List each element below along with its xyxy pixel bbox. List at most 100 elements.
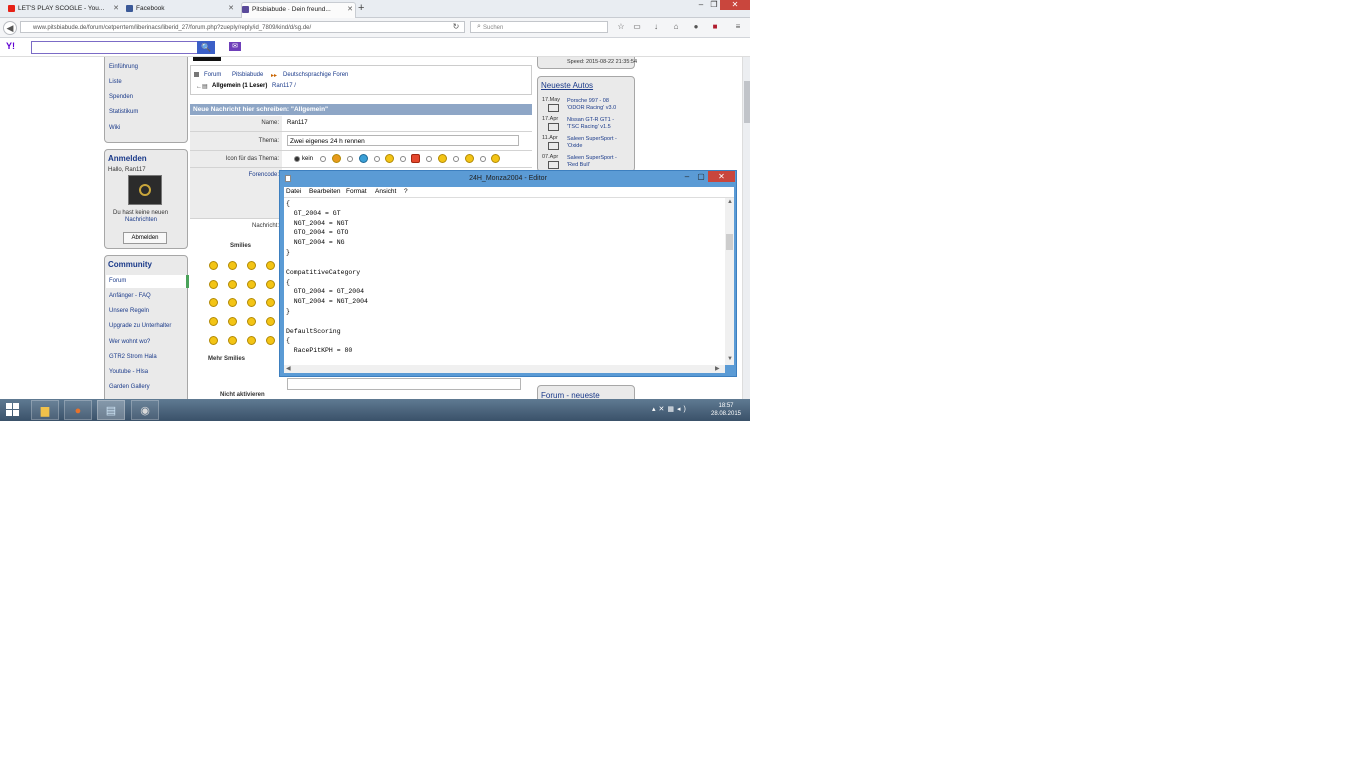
sidebar-link[interactable]: Liste [109,79,122,85]
news-item[interactable]: Saleen SuperSport - [567,136,617,142]
tab-youtube[interactable]: LET'S PLAY SCOGLE - You... ✕ [8,2,121,17]
forum-code-label[interactable]: Forencode: [190,168,282,218]
news-item[interactable]: Porsche 997 - 08 [567,98,609,104]
forum-newest-title[interactable]: Forum - neueste [541,391,600,399]
tab-facebook[interactable]: Facebook ✕ [126,2,236,17]
smiley-icon[interactable] [228,261,237,270]
news-item-sub[interactable]: 'Red Bull' [567,162,590,168]
smiley-icon[interactable] [266,317,275,326]
scroll-up-icon[interactable]: ▲ [727,199,733,205]
extension-icon[interactable]: ■ [709,21,721,33]
notepad-taskbar-icon[interactable]: ▤ [97,400,125,420]
back-button[interactable]: ◀ [3,21,17,35]
news-item[interactable]: Saleen SuperSport - [567,155,617,161]
message-textarea[interactable] [287,378,521,390]
smiley-icon[interactable] [209,261,218,270]
sidebar-item[interactable]: Anfänger - FAQ [109,293,151,299]
mail-icon[interactable]: ✉ [229,42,241,51]
yahoo-search-input[interactable] [31,41,199,54]
sidebar-item[interactable]: Unsere Regeln [109,308,149,314]
news-item-sub[interactable]: 'Oxide [567,143,582,149]
smiley-icon[interactable] [247,261,256,270]
icon-radio[interactable] [400,156,406,162]
menu-help[interactable]: ? [404,187,408,197]
scroll-right-icon[interactable]: ▶ [715,365,720,372]
sidebar-item[interactable]: Upgrade zu Unterhalter [109,323,171,329]
smiley-icon[interactable] [228,298,237,307]
scrollbar-thumb[interactable] [726,234,733,250]
close-icon[interactable]: ✕ [228,2,234,16]
messages-link[interactable]: Nachrichten [125,217,157,223]
icon-radio[interactable] [374,156,380,162]
news-item-sub[interactable]: 'ODOR Racing' v3.0 [567,105,616,111]
scroll-left-icon[interactable]: ◀ [286,365,291,372]
minimize-icon[interactable]: – [695,0,707,10]
icon-radio[interactable] [320,156,326,162]
smiley-icon[interactable] [209,280,218,289]
close-icon[interactable]: ✕ [347,3,353,17]
smiley-icon[interactable] [247,317,256,326]
notepad-close-button[interactable]: ✕ [708,171,735,182]
notepad-vertical-scrollbar[interactable]: ▲ ▼ [725,198,734,365]
icon-radio[interactable] [453,156,459,162]
scroll-down-icon[interactable]: ▼ [727,356,733,362]
icon-radio[interactable] [426,156,432,162]
icon-radio[interactable] [480,156,486,162]
subject-input[interactable]: Zwei eigenes 24 h rennen [287,135,519,146]
reload-icon[interactable]: ↻ [450,21,462,33]
smiley-icon[interactable] [209,336,218,345]
sidebar-link[interactable]: Wiki [109,125,120,131]
sidebar-item[interactable]: Wer wohnt wo? [109,339,150,345]
notepad-horizontal-scrollbar[interactable]: ◀ ▶ [284,365,725,373]
menu-ansicht[interactable]: Ansicht [375,187,396,197]
smiley-icon[interactable] [247,336,256,345]
sidebar-item-forum[interactable]: Forum [109,278,126,284]
more-smilies-link[interactable]: Mehr Smilies [208,356,245,362]
home-icon[interactable]: ⌂ [670,21,682,33]
menu-format[interactable]: Format [346,187,367,197]
notepad-text-area[interactable]: { GT_2004 = GT NGT_2004 = NGT GTO_2004 =… [284,198,725,365]
chat-icon[interactable]: ● [690,21,702,33]
bookmarks-icon[interactable]: ▭ [631,21,643,33]
restore-icon[interactable]: ❐ [708,0,720,10]
sidebar-item[interactable]: GTR2 Strom Hala [109,354,157,360]
notepad-window[interactable]: 24H_Monza2004 - Editor – ▢ ✕ Datei Bearb… [279,170,737,377]
system-tray[interactable]: ▴✕▦◂) [652,405,689,413]
smiley-icon[interactable] [266,261,275,270]
firefox-icon[interactable]: ● [64,400,92,420]
url-field[interactable]: www.pitsbiabude.de/forum/cetperrtem/libe… [20,21,465,33]
news-item[interactable]: Nissan GT-R GT1 - [567,117,614,123]
smiley-icon[interactable] [209,298,218,307]
menu-datei[interactable]: Datei [286,187,301,197]
sidebar-link[interactable]: Statistikum [109,109,138,115]
breadcrumb-link[interactable]: Forum [204,72,221,78]
smiley-icon[interactable] [266,298,275,307]
close-icon[interactable]: ✕ [113,2,119,16]
windows-start-icon[interactable] [6,403,20,417]
newest-cars-title[interactable]: Neueste Autos [541,81,593,90]
news-item-sub[interactable]: 'TSC Racing' v1.5 [567,124,611,130]
smiley-icon[interactable] [228,336,237,345]
smiley-icon[interactable] [209,317,218,326]
breadcrumb-link[interactable]: Pitsbiabude [232,72,263,78]
smiley-icon[interactable] [247,298,256,307]
download-icon[interactable]: ↓ [650,21,662,33]
tab-pitsbiabude[interactable]: Pitsbiabude · Dein freund... ✕ [241,2,356,18]
breadcrumb-link[interactable]: Deutschsprachige Foren [283,72,348,78]
menu-bearbeiten[interactable]: Bearbeiten [309,187,340,197]
sidebar-link[interactable]: Einführung [109,64,138,70]
smiley-icon[interactable] [228,280,237,289]
maximize-icon[interactable]: ▢ [694,171,708,182]
smiley-icon[interactable] [247,280,256,289]
smiley-icon[interactable] [266,336,275,345]
game-icon[interactable]: ◉ [131,400,159,420]
window-close-button[interactable]: ✕ [720,0,750,10]
clock[interactable]: 18:57 28.08.2015 [705,402,747,418]
smiley-icon[interactable] [266,280,275,289]
icon-radio[interactable] [347,156,353,162]
sidebar-link[interactable]: Spenden [109,94,133,100]
browser-search-input[interactable]: Suchen [470,21,608,33]
minimize-icon[interactable]: – [680,171,694,182]
menu-icon[interactable]: ≡ [732,21,744,33]
yahoo-search-button[interactable]: 🔍 [197,41,215,54]
